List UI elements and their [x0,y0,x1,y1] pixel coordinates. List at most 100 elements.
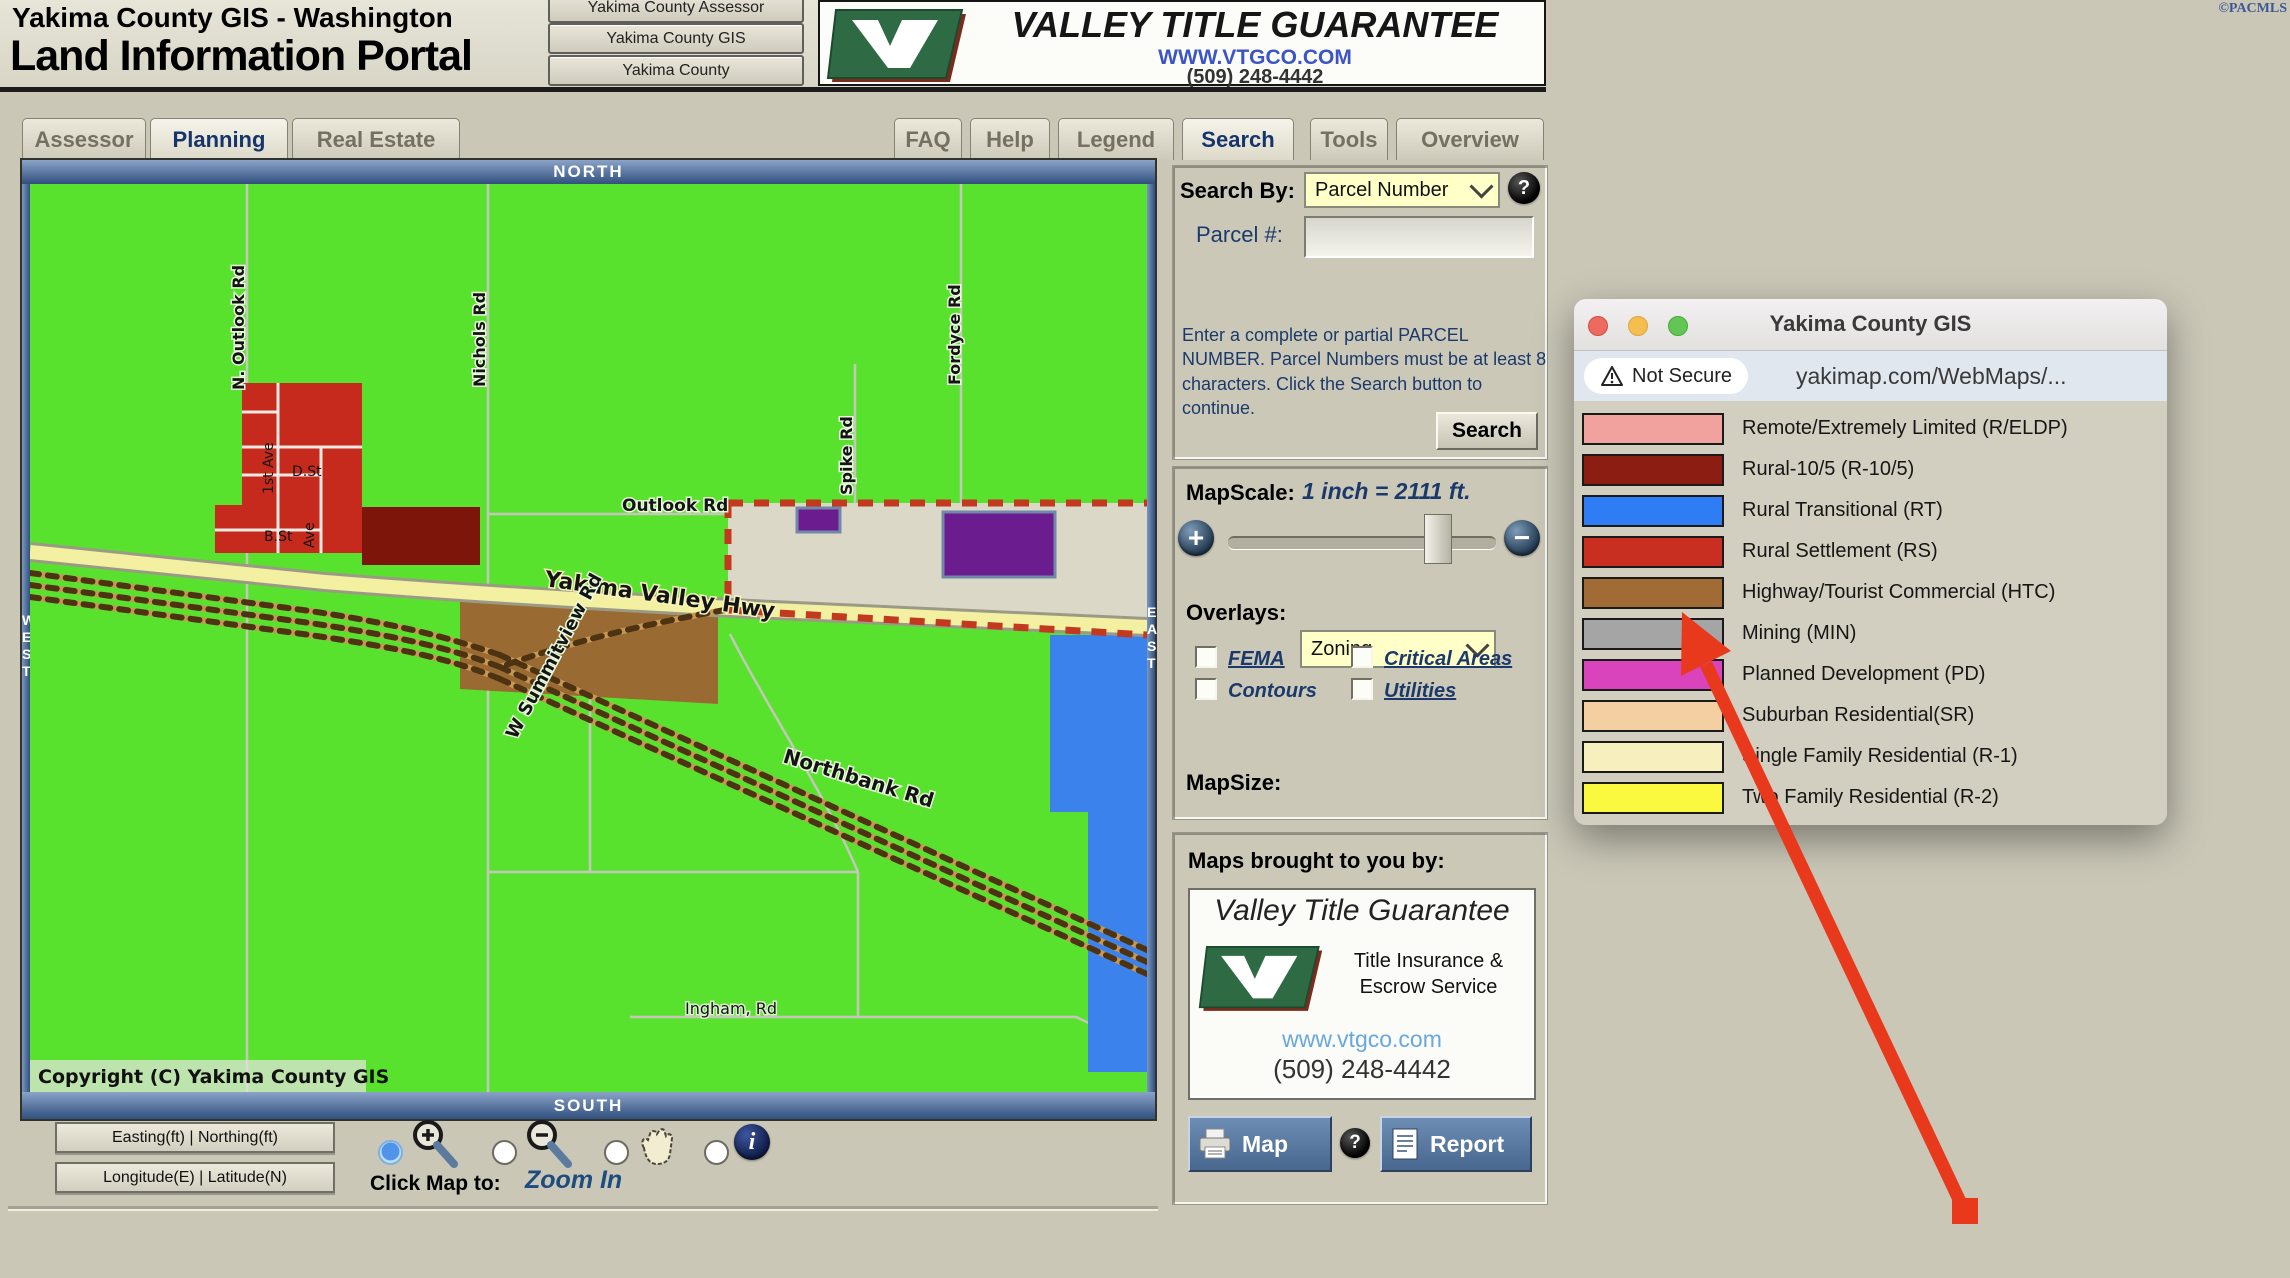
zoom-in-icon [408,1118,460,1170]
legend-label: Remote/Extremely Limited (R/ELDP) [1742,417,2068,440]
warning-icon [1600,365,1624,387]
legend-item: Remote/Extremely Limited (R/ELDP) [1582,408,2167,449]
contours-label[interactable]: Contours [1228,680,1317,703]
map-scale-label: MapScale: [1186,480,1295,506]
scale-zoom-out-button[interactable]: − [1504,520,1540,556]
pacmls-credit: ©PACMLS [2218,1,2287,17]
tab-overview[interactable]: Overview [1396,118,1544,160]
chevron-down-icon [1469,175,1493,199]
not-secure-label: Not Secure [1632,365,1732,388]
tab-legend[interactable]: Legend [1058,118,1174,160]
legend-label: Planned Development (PD) [1742,663,1985,686]
road-label-n-outlook: N. Outlook Rd [229,265,248,390]
print-map-button[interactable]: Map [1188,1116,1332,1172]
zoning-legend: Remote/Extremely Limited (R/ELDP) Rural-1… [1574,401,2167,825]
legend-swatch [1582,413,1724,445]
scale-zoom-in-button[interactable]: + [1178,520,1214,556]
search-help-icon[interactable]: ? [1508,172,1540,204]
legend-swatch [1582,495,1724,527]
street-label-d-st: D.St [292,464,322,480]
legend-swatch [1582,618,1724,650]
report-button[interactable]: Report [1380,1116,1532,1172]
parcel-number-label: Parcel #: [1196,222,1283,248]
radio-identify[interactable] [704,1140,729,1165]
footer-divider [8,1206,1158,1211]
tab-assessor[interactable]: Assessor [22,118,146,160]
map-canvas[interactable]: N. Outlook Rd Nichols Rd Spike Rd Fordyc… [30,184,1147,1092]
street-label-ave: Ave [302,522,318,548]
sponsor-banner[interactable]: VALLEY TITLE GUARANTEE WWW.VTGCO.COM (50… [818,0,1546,86]
tab-search[interactable]: Search [1182,118,1294,160]
road-label-ingham: Ingham, Rd [685,999,777,1018]
valley-title-logo-icon [826,6,968,84]
legend-swatch [1582,782,1724,814]
critical-areas-label[interactable]: Critical Areas [1384,648,1512,671]
banner-phone: (509) 248-4442 [970,66,1540,89]
overlays-label: Overlays: [1186,600,1286,626]
utilities-label[interactable]: Utilities [1384,680,1456,703]
road-label-outlook: Outlook Rd [622,496,728,516]
legend-label: Rural Transitional (RT) [1742,499,1943,522]
search-instructions: Enter a complete or partial PARCEL NUMBE… [1182,323,1548,421]
tab-tools[interactable]: Tools [1310,118,1388,160]
street-label-b-st: B.St [264,529,293,545]
map-frame: NORTH WEST EAST SOUTH [22,160,1155,1119]
identify-info-icon: i [734,1124,770,1160]
ad-line-1: Title Insurance & [1326,950,1531,973]
scale-slider-handle[interactable] [1424,514,1452,564]
page-title: Land Information Portal [10,32,472,81]
ad-url[interactable]: www.vtgco.com [1190,1026,1534,1053]
report-doc-icon [1392,1128,1418,1160]
browser-window[interactable]: Yakima County GIS Not Secure yakimap.com… [1574,299,2167,825]
map-border-west: WEST [22,184,30,1092]
radio-zoom-in[interactable] [378,1140,403,1165]
link-county[interactable]: Yakima County [548,55,804,86]
legend-swatch [1582,536,1724,568]
tab-real-estate[interactable]: Real Estate [292,118,460,160]
print-help-icon[interactable]: ? [1340,1128,1370,1158]
link-county-assessor[interactable]: Yakima County Assessor [548,0,804,23]
scale-slider-track[interactable] [1228,536,1496,550]
search-button[interactable]: Search [1436,412,1538,450]
parcel-number-input[interactable] [1304,216,1534,258]
parcel-building-large [943,512,1055,577]
compass-north: NORTH [22,160,1155,184]
legend-item: Mining (MIN) [1582,613,2167,654]
fema-checkbox[interactable] [1195,646,1217,668]
legend-label: Highway/Tourist Commercial (HTC) [1742,581,2055,604]
map-size-label: MapSize: [1186,770,1281,796]
radio-pan[interactable] [604,1140,629,1165]
not-secure-badge[interactable]: Not Secure [1584,358,1748,394]
critical-areas-checkbox[interactable] [1351,646,1373,668]
link-county-gis[interactable]: Yakima County GIS [548,23,804,54]
url-text[interactable]: yakimap.com/WebMaps/... [1796,363,2067,390]
valley-title-logo-icon [1198,934,1324,1022]
road-label-fordyce: Fordyce Rd [945,284,964,385]
fema-label[interactable]: FEMA [1228,648,1285,671]
legend-item: Two Family Residential (R-2) [1582,777,2167,818]
legend-swatch [1582,700,1724,732]
coords-longitude-latitude[interactable]: Longitude(E) | Latitude(N) [55,1162,335,1193]
search-by-value: Parcel Number [1315,179,1448,202]
legend-item: Single Family Residential (R-1) [1582,736,2167,777]
tab-planning[interactable]: Planning [150,118,288,160]
contours-checkbox[interactable] [1195,678,1217,700]
legend-item: Rural Settlement (RS) [1582,531,2167,572]
legend-item: Rural-10/5 (R-10/5) [1582,449,2167,490]
tab-faq[interactable]: FAQ [894,118,962,160]
legend-label: Mining (MIN) [1742,622,1856,645]
legend-swatch [1582,577,1724,609]
sponsor-ad[interactable]: Valley Title Guarantee Title Insurance &… [1188,888,1536,1100]
legend-item: Planned Development (PD) [1582,654,2167,695]
tab-help[interactable]: Help [970,118,1050,160]
search-by-select[interactable]: Parcel Number [1304,172,1500,208]
ad-title: Valley Title Guarantee [1190,894,1534,928]
site-title: Yakima County GIS - Washington [12,2,453,34]
coords-easting-northing[interactable]: Easting(ft) | Northing(ft) [55,1122,335,1153]
radio-zoom-out[interactable] [492,1140,517,1165]
utilities-checkbox[interactable] [1351,678,1373,700]
zoning-map: N. Outlook Rd Nichols Rd Spike Rd Fordyc… [30,184,1147,1092]
window-titlebar[interactable]: Yakima County GIS [1574,299,2167,351]
legend-label: Single Family Residential (R-1) [1742,745,2018,768]
window-urlbar[interactable]: Not Secure yakimap.com/WebMaps/... [1574,351,2167,401]
